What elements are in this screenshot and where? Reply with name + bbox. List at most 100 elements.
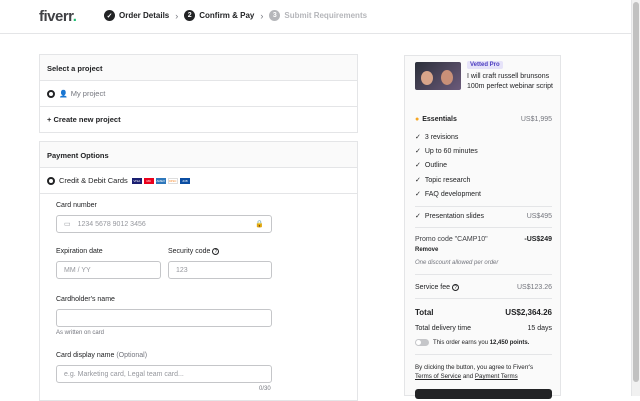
card-icon: ▭	[64, 221, 71, 228]
delivery-row: Total delivery time 15 days	[415, 325, 552, 332]
promo-amount: -US$249	[524, 236, 552, 243]
feature-label: Outline	[424, 161, 448, 169]
step-number: 3	[269, 10, 281, 21]
security-code-input[interactable]: 123	[168, 261, 272, 279]
package-price: US$1,995	[520, 116, 552, 123]
promo-row: Promo code "CAMP10" -US$249	[415, 236, 552, 243]
checkout-steps: ✓ Order Details › 2 Confirm & Pay › 3 Su…	[104, 10, 373, 21]
amex-icon: AMEX	[155, 177, 166, 184]
help-icon[interactable]: ?	[451, 284, 459, 291]
select-project-panel: Select a project 👤 My project + Create n…	[39, 54, 358, 133]
step-label: Order Details	[119, 11, 170, 20]
promo-note: One discount allowed per order	[415, 260, 499, 266]
service-fee-label-wrap: Service fee ?	[415, 284, 459, 291]
terms-of-service-link[interactable]: Terms of Service	[415, 373, 461, 380]
chevron-right-icon: ›	[260, 10, 264, 21]
divider	[415, 274, 552, 275]
agree-and: and	[462, 373, 474, 380]
chevron-right-icon: ›	[175, 10, 179, 21]
divider	[415, 298, 552, 299]
divider	[415, 206, 552, 207]
feature-label: FAQ development	[424, 190, 481, 198]
check-icon: ✓	[415, 148, 421, 155]
display-name-label: Card display name (Optional)	[56, 352, 147, 359]
feature-label: Topic research	[424, 176, 471, 184]
payment-method-label: Credit & Debit Cards	[59, 176, 128, 185]
step-label: Confirm & Pay	[199, 11, 255, 20]
check-icon: ✓	[415, 134, 421, 141]
divider	[415, 354, 552, 355]
service-fee-label: Service fee	[415, 284, 451, 291]
gig-thumbnail	[415, 62, 461, 90]
feature-item: ✓ Outline	[415, 161, 552, 170]
user-icon: 👤	[59, 90, 68, 98]
display-name-placeholder: e.g. Marketing card, Legal team card...	[64, 370, 184, 378]
feature-label: 3 revisions	[424, 133, 459, 141]
check-icon: ✓	[415, 213, 421, 220]
security-code-text: Security code	[168, 248, 211, 255]
page-scrollbar[interactable]	[631, 0, 640, 396]
confirm-pay-button[interactable]	[415, 389, 552, 399]
gig-title: I will craft russell brunsons 100m perfe…	[467, 73, 553, 90]
extra-price: US$495	[526, 212, 552, 220]
person-image	[441, 70, 453, 85]
extra-label-wrap: ✓ Presentation slides	[415, 212, 484, 220]
radio-selected[interactable]	[47, 89, 55, 98]
card-number-placeholder: 1234 5678 9012 3456	[77, 220, 146, 228]
agreement-text: By clicking the button, you agree to Fiv…	[415, 363, 552, 381]
person-image	[421, 71, 433, 85]
project-option[interactable]: 👤 My project	[40, 81, 357, 107]
help-icon[interactable]: ?	[212, 248, 220, 255]
project-option-label: My project	[70, 89, 106, 98]
extra-row: ✓ Presentation slides US$495	[415, 212, 552, 221]
step-check-icon: ✓	[104, 10, 115, 21]
check-icon: ✓	[415, 177, 421, 184]
promo-label: Promo code "CAMP10"	[415, 236, 488, 243]
feature-label: Up to 60 minutes	[424, 147, 478, 155]
package-name-wrap: ● Essentials	[415, 116, 457, 123]
visa-icon: VISA	[131, 177, 142, 184]
vetted-pro-badge: Vetted Pro	[467, 61, 503, 69]
lock-icon: 🔒	[255, 221, 264, 228]
expiration-input[interactable]: MM / YY	[56, 261, 161, 279]
cardholder-input[interactable]	[56, 309, 272, 327]
total-label: Total	[415, 308, 434, 317]
expiration-placeholder: MM / YY	[64, 266, 91, 274]
card-number-label: Card number	[56, 202, 97, 209]
payment-terms-link[interactable]: Payment Terms	[475, 373, 518, 380]
divider	[415, 227, 552, 228]
security-code-label: Security code ?	[168, 248, 220, 255]
agree-text: By clicking the button, you agree to Fiv…	[415, 364, 534, 371]
points-row: This order earns you 12,450 points.	[415, 339, 552, 346]
total-row: Total US$2,364.26	[415, 308, 552, 317]
top-bar: fiverr. ✓ Order Details › 2 Confirm & Pa…	[0, 0, 640, 34]
card-number-input[interactable]: ▭ 1234 5678 9012 3456 🔒	[56, 215, 272, 233]
points-toggle[interactable]	[415, 339, 429, 346]
order-summary: Vetted Pro I will craft russell brunsons…	[404, 55, 561, 399]
flame-icon: ●	[415, 116, 420, 123]
step-number: 2	[184, 10, 196, 21]
step-order-details[interactable]: ✓ Order Details	[104, 10, 169, 21]
service-fee-row: Service fee ? US$123.26	[415, 284, 552, 291]
optional-text: (Optional)	[116, 352, 148, 359]
scrollbar-thumb[interactable]	[633, 2, 639, 382]
delivery-value: 15 days	[527, 325, 552, 332]
total-amount: US$2,364.26	[505, 308, 552, 317]
display-name-input[interactable]: e.g. Marketing card, Legal team card...	[56, 365, 272, 383]
logo-dot: .	[72, 8, 77, 25]
card-brands: VISA MC AMEX DISC JCB	[131, 177, 190, 184]
security-code-placeholder: 123	[176, 266, 188, 274]
char-counter: 0/30	[259, 386, 271, 392]
create-project-button[interactable]: + Create new project	[40, 107, 357, 132]
jcb-icon: JCB	[179, 177, 190, 184]
radio-selected[interactable]	[47, 176, 55, 185]
display-name-text: Card display name	[56, 352, 115, 359]
points-value: 12,450 points.	[489, 339, 530, 346]
promo-remove-link[interactable]: Remove	[415, 247, 552, 253]
feature-item: ✓ 3 revisions	[415, 133, 552, 142]
step-confirm-pay: 2 Confirm & Pay	[184, 10, 254, 21]
points-prefix: This order earns you	[433, 339, 489, 346]
payment-method-option[interactable]: Credit & Debit Cards VISA MC AMEX DISC J…	[40, 168, 357, 194]
fiverr-logo[interactable]: fiverr.	[39, 8, 77, 25]
package-name: Essentials	[422, 116, 457, 123]
